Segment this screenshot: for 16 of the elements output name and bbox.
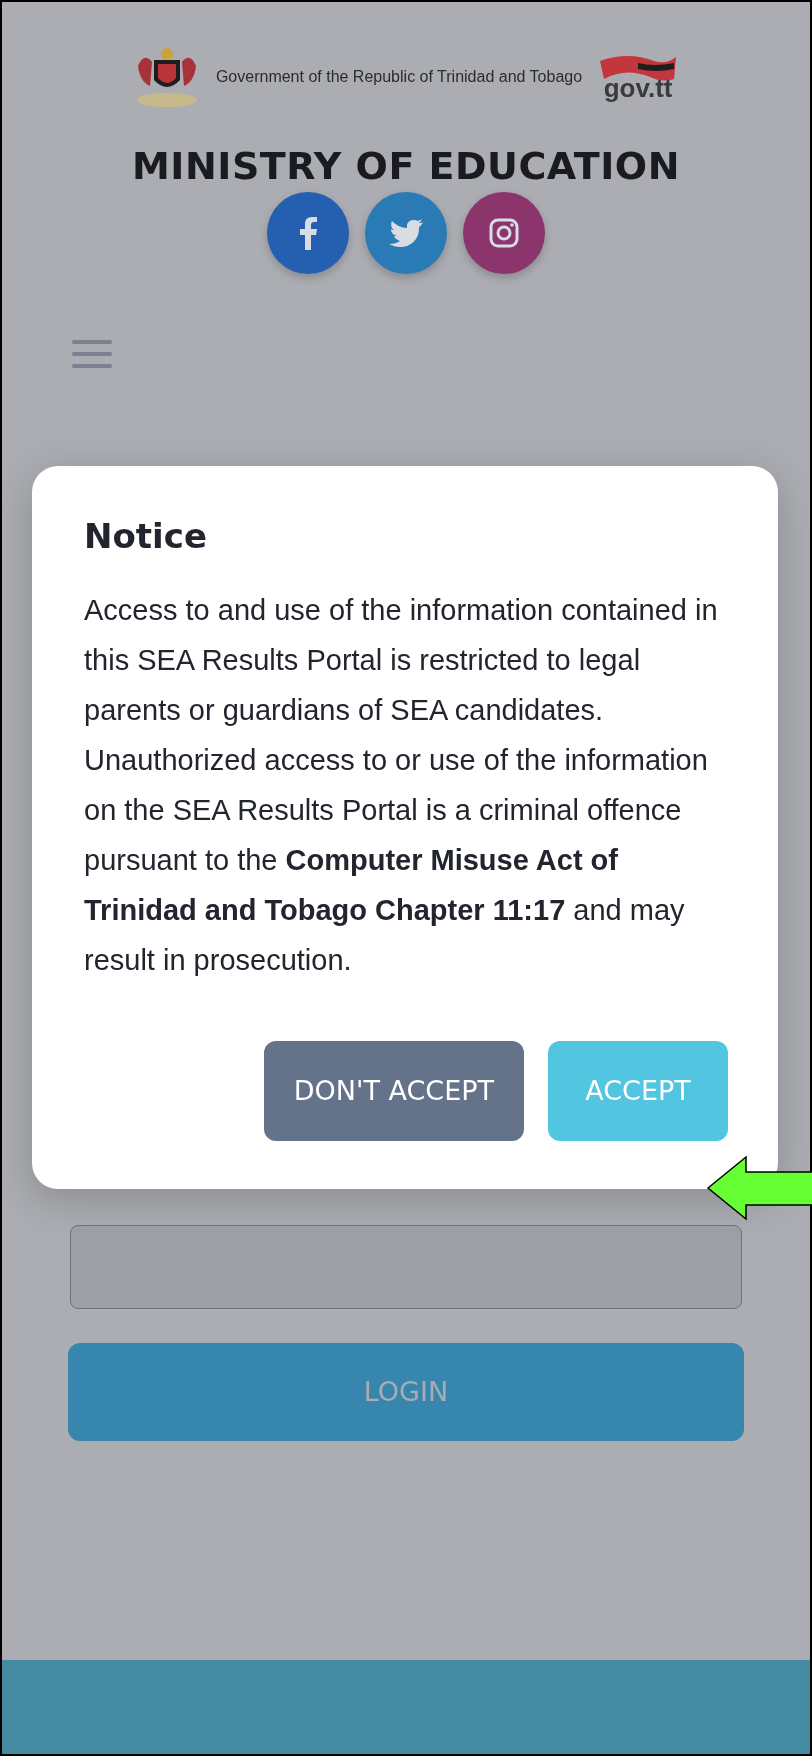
facebook-link[interactable]: [267, 191, 349, 274]
dialog-title: Notice: [84, 516, 208, 557]
menu-icon[interactable]: [72, 337, 112, 370]
ministry-title: MINISTRY OF EDUCATION: [132, 146, 680, 188]
instagram-link[interactable]: [463, 191, 545, 274]
notice-text: Access to and use of the information contained in this SEA Results Portal is restricted to legal parents or guardians of SEA candidates. Unauthorized access to or use of the information on the SEA Results Portal is a criminal offence pursuant to the Computer Misuse Act of Trinidad and Tobago Chapter 11:17 and may result in prosecution.: [84, 592, 719, 978]
bird-icon: [389, 218, 423, 247]
accept-button[interactable]: ACCEPT: [548, 1040, 728, 1141]
input-field[interactable]: [70, 1224, 742, 1309]
government-name: Government of the Republic of Trinidad and Tobago: [215, 67, 583, 87]
login-button[interactable]: LOGIN: [68, 1342, 744, 1441]
logo-text: gov.tt: [603, 75, 673, 101]
facebook-icon: [299, 215, 317, 250]
dont-accept-button[interactable]: DON'T ACCEPT: [263, 1040, 524, 1141]
twitter-link[interactable]: [365, 191, 447, 274]
camera-icon: [489, 217, 519, 248]
